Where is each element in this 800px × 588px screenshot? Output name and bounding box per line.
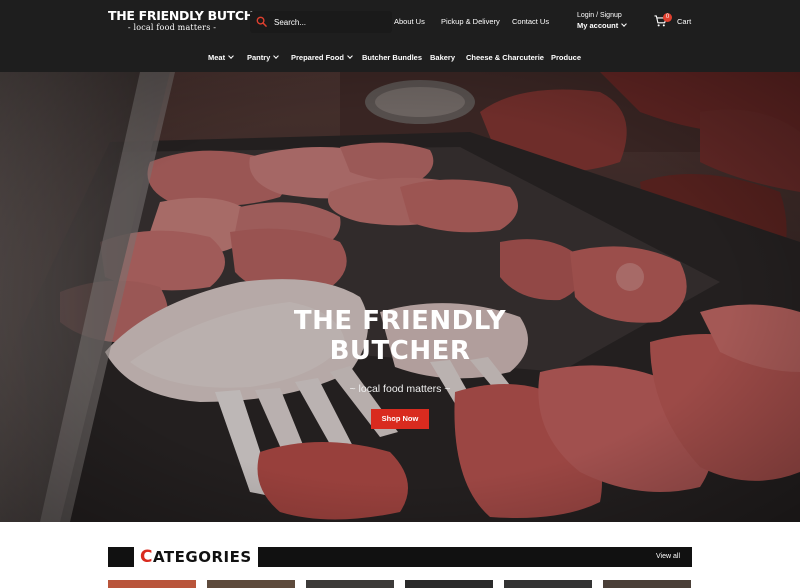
logo-name: THE FRIENDLY BUTCHER bbox=[108, 8, 272, 23]
nav-pantry[interactable]: Pantry bbox=[247, 53, 280, 62]
categories-title-rest: ATEGORIES bbox=[152, 548, 252, 566]
cart-count-badge: 0 bbox=[663, 13, 672, 22]
categories-title-box: CATEGORIES bbox=[134, 547, 258, 567]
search-icon[interactable] bbox=[256, 16, 267, 27]
hero-title-line1: THE FRIENDLY bbox=[293, 306, 507, 336]
chevron-down-icon bbox=[621, 21, 628, 27]
my-account-dropdown[interactable]: My account bbox=[577, 20, 628, 32]
hero-title-line2: BUTCHER bbox=[329, 336, 471, 366]
category-thumbnail[interactable] bbox=[504, 580, 592, 588]
nav-meat-label: Meat bbox=[208, 53, 226, 62]
nav-bakery[interactable]: Bakery bbox=[430, 53, 455, 62]
category-thumbnail[interactable] bbox=[405, 580, 493, 588]
search-input[interactable] bbox=[274, 11, 386, 33]
contact-us-link[interactable]: Contact Us bbox=[512, 17, 549, 26]
my-account-label: My account bbox=[577, 21, 619, 30]
hero-subtitle: ~ local food matters ~ bbox=[349, 383, 451, 395]
hero-title: THE FRIENDLY BUTCHER bbox=[250, 306, 550, 366]
nav-prepared-food-label: Prepared Food bbox=[291, 53, 344, 62]
categories-title: CATEGORIES bbox=[140, 547, 252, 567]
nav-produce[interactable]: Produce bbox=[551, 53, 581, 62]
categories-header: CATEGORIES View all bbox=[108, 547, 692, 567]
nav-cheese-charcuterie[interactable]: Cheese & Charcuterie bbox=[466, 53, 544, 62]
hero-background-image bbox=[0, 72, 800, 522]
view-all-link[interactable]: View all bbox=[656, 553, 680, 560]
category-thumbnail[interactable] bbox=[207, 580, 295, 588]
chevron-down-icon bbox=[347, 53, 353, 59]
nav-butcher-bundles[interactable]: Butcher Bundles bbox=[362, 53, 422, 62]
category-thumbnail[interactable] bbox=[108, 580, 196, 588]
chevron-down-icon bbox=[273, 53, 280, 59]
chevron-down-icon bbox=[228, 53, 234, 59]
hero-banner: THE FRIENDLY BUTCHER ~ local food matter… bbox=[0, 72, 800, 522]
about-us-link[interactable]: About Us bbox=[394, 17, 425, 26]
logo[interactable]: THE FRIENDLY BUTCHER - local food matter… bbox=[108, 8, 272, 33]
nav-meat[interactable]: Meat bbox=[208, 53, 234, 62]
login-signup-link[interactable]: Login / Signup bbox=[577, 11, 626, 20]
category-thumbnail[interactable] bbox=[603, 580, 691, 588]
logo-tagline: - local food matters - bbox=[127, 23, 217, 32]
account-menu[interactable]: Login / Signup My account bbox=[577, 11, 628, 32]
cart-label: Cart bbox=[677, 17, 692, 26]
pickup-delivery-link[interactable]: Pickup & Delivery bbox=[441, 17, 500, 26]
shop-now-button[interactable]: Shop Now bbox=[371, 409, 429, 429]
nav-prepared-food[interactable]: Prepared Food bbox=[291, 53, 353, 62]
nav-pantry-label: Pantry bbox=[247, 53, 271, 62]
site-header: THE FRIENDLY BUTCHER - local food matter… bbox=[0, 0, 800, 72]
category-thumbnail[interactable] bbox=[306, 580, 394, 588]
categories-title-initial: C bbox=[140, 547, 153, 567]
search-box bbox=[250, 11, 392, 33]
cart-button[interactable]: 0 Cart bbox=[654, 13, 694, 31]
